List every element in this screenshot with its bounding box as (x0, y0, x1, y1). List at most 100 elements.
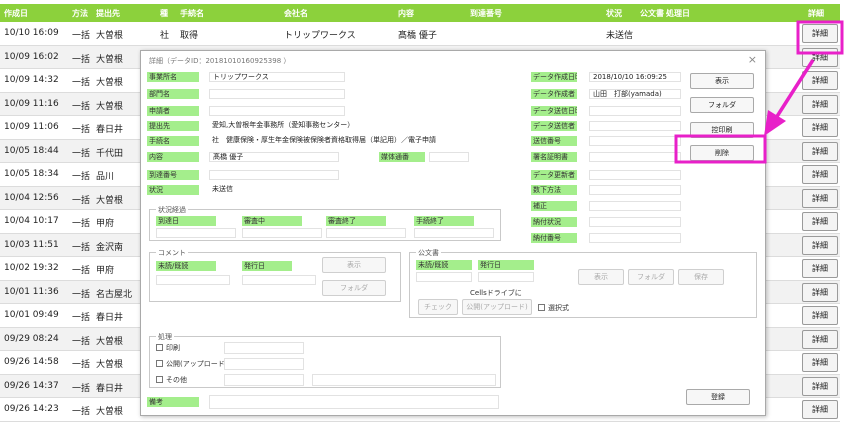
other-text-field[interactable] (312, 374, 496, 386)
detail-button[interactable]: 詳細 (802, 71, 838, 90)
cell-date: 10/04 12:56 (4, 192, 59, 203)
cell-dest: 大曽根 (96, 336, 124, 347)
header-content[interactable]: 内容 (398, 8, 414, 19)
cell-dest: 大曽根 (96, 195, 124, 206)
header-status[interactable]: 状況 (606, 8, 622, 19)
cell-method: 一括 (72, 407, 91, 417)
cell-method: 一括 (72, 336, 91, 347)
content-field[interactable]: 髙橋 優子 (209, 152, 339, 162)
cell-date: 10/04 10:17 (4, 216, 59, 226)
detail-button[interactable]: 詳細 (802, 47, 838, 67)
detail-button[interactable]: 詳細 (802, 353, 838, 372)
checkbox-icon (538, 304, 545, 311)
sender-label: データ送信者 (531, 121, 577, 131)
arrival-no-field[interactable] (209, 170, 339, 180)
cell-method: 一括 (72, 242, 91, 253)
remarks-field[interactable] (209, 395, 499, 409)
cell-date: 10/05 18:44 (4, 145, 59, 156)
cell-dest: 大曽根 (96, 360, 124, 370)
cell-date: 10/01 11:36 (4, 286, 59, 297)
updated-label: データ更新者 (531, 170, 577, 180)
cell-date: 10/05 18:34 (4, 169, 59, 179)
cell-method: 一括 (72, 289, 91, 300)
cell-method: 一括 (72, 360, 91, 370)
public-upload-button[interactable]: 公開(アップロード) (462, 299, 532, 315)
reviewing-field (242, 228, 322, 238)
procedure-field[interactable]: 社 健康保険・厚生年金保険被保険者資格取得届（単記用）／電子申請 (209, 136, 509, 146)
detail-button[interactable]: 詳細 (802, 376, 838, 396)
header-dest[interactable]: 提出先 (96, 8, 120, 19)
detail-button[interactable]: 詳細 (802, 259, 838, 278)
checkbox-icon (156, 360, 163, 367)
detail-button[interactable]: 詳細 (802, 94, 838, 114)
sent-date-label: データ送信日時 (531, 106, 577, 116)
cell-dest: 名古屋北 (96, 289, 133, 300)
created-field: 2018/10/10 16:09:25 (589, 72, 681, 82)
detail-button[interactable]: 詳細 (802, 24, 838, 43)
official-display-button[interactable]: 表示 (578, 269, 624, 285)
cell-dest: 大曽根 (96, 54, 124, 65)
header-kind[interactable]: 種 (160, 8, 168, 19)
detail-button[interactable]: 詳細 (802, 235, 838, 255)
cell-date: 10/09 11:16 (4, 98, 59, 109)
applicant-field[interactable] (209, 106, 345, 116)
status-history-title: 状況経過 (156, 205, 188, 215)
detail-button[interactable]: 詳細 (802, 400, 838, 419)
cell-date: 10/09 11:06 (4, 122, 59, 132)
detail-button[interactable]: 詳細 (802, 282, 838, 302)
detail-button[interactable]: 詳細 (802, 118, 838, 137)
header-arrival-no[interactable]: 到達番号 (470, 8, 502, 19)
status-history-section: 状況経過 到達日 審査中 審査終了 手続終了 (149, 205, 501, 241)
public-upload-field[interactable] (224, 358, 304, 370)
media-field[interactable] (429, 152, 469, 162)
print-field[interactable] (224, 342, 304, 354)
detail-button[interactable]: 詳細 (802, 329, 838, 349)
processing-title: 処理 (156, 332, 174, 342)
cell-procedure: 取得 (180, 31, 199, 41)
detail-button[interactable]: 詳細 (802, 212, 838, 231)
comment-folder-button[interactable]: フォルダ (322, 280, 386, 296)
print-copy-button[interactable]: 控印刷 (690, 122, 754, 138)
dest-field[interactable]: 愛知,大曽根年金事務所（愛知事務センター） (209, 121, 499, 131)
close-icon[interactable]: × (748, 53, 757, 66)
payment-status-field (589, 217, 681, 227)
delete-button[interactable]: 削除 (690, 145, 754, 161)
header-procedure[interactable]: 手続名 (180, 8, 204, 19)
payment-status-label: 納付状況 (531, 217, 577, 227)
applicant-label: 申請者 (147, 106, 199, 116)
display-button[interactable]: 表示 (690, 73, 754, 89)
select-checkbox[interactable]: 選択式 (538, 303, 569, 313)
cell-dest: 大曽根 (96, 78, 124, 88)
comment-display-button[interactable]: 表示 (322, 257, 386, 273)
header-company[interactable]: 会社名 (284, 8, 308, 19)
folder-button[interactable]: フォルダ (690, 97, 754, 113)
cell-dest: 千代田 (96, 148, 124, 159)
header-created[interactable]: 作成日 (4, 8, 28, 19)
cells-drive-text: Cellsドライブに (470, 289, 522, 297)
cell-dest: 甲府 (96, 219, 115, 229)
dept-field[interactable] (209, 89, 345, 99)
other-date-field[interactable] (224, 374, 304, 386)
detail-button[interactable]: 詳細 (802, 141, 838, 161)
detail-button[interactable]: 詳細 (802, 165, 838, 184)
cell-dest: 春日井 (96, 313, 124, 323)
cell-dest: 品川 (96, 172, 115, 182)
detail-button[interactable]: 詳細 (802, 188, 838, 208)
official-folder-button[interactable]: フォルダ (628, 269, 674, 285)
check-button[interactable]: チェック (418, 299, 458, 315)
header-official[interactable]: 公文書 (640, 8, 664, 19)
detail-button[interactable]: 詳細 (802, 306, 838, 325)
header-method[interactable]: 方法 (72, 8, 88, 19)
office-field[interactable]: トリップワークス (209, 72, 345, 82)
cell-method: 一括 (72, 313, 91, 323)
other-checkbox[interactable]: その他 (156, 375, 187, 385)
submit-method-field (589, 185, 681, 195)
print-checkbox[interactable]: 印刷 (156, 343, 180, 353)
register-button[interactable]: 登録 (686, 389, 750, 405)
header-proc-date[interactable]: 処理日 (666, 8, 690, 19)
public-upload-checkbox[interactable]: 公開(アップロード) (156, 359, 227, 369)
official-document-section: 公文書 未読/既読 発行日 表示 フォルダ 保存 Cellsドライブに チェック… (409, 248, 757, 318)
cell-method: 一括 (72, 78, 91, 88)
table-row[interactable]: 10/10 16:09 一括 大曽根 社 取得 トリップワークス 髙橋 優子 未… (0, 22, 840, 46)
official-save-button[interactable]: 保存 (678, 269, 724, 285)
